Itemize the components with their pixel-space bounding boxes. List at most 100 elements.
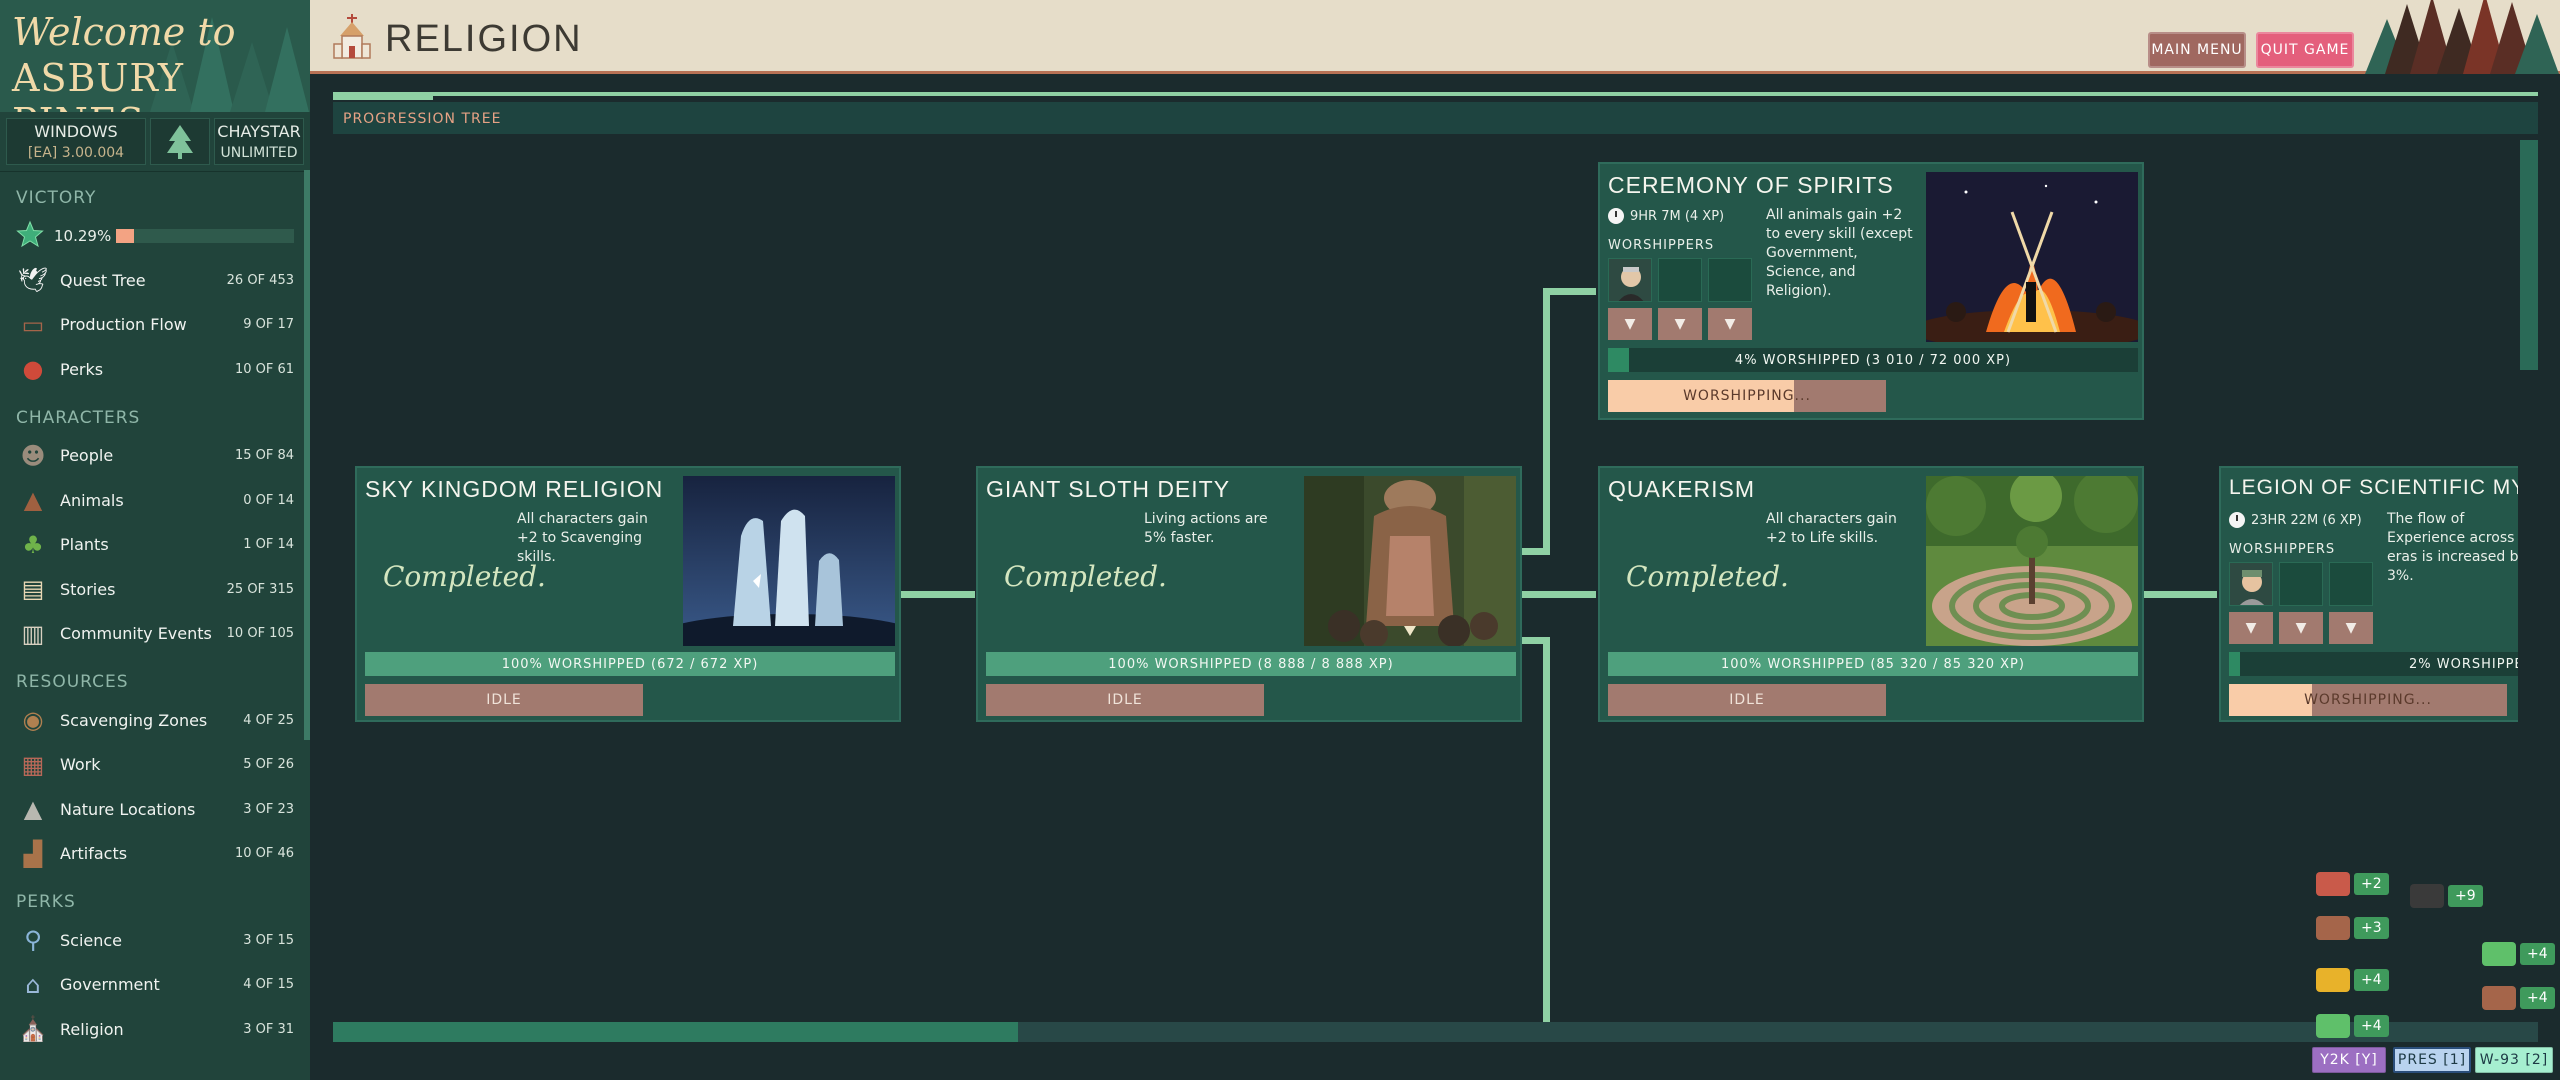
worshippers-label: WORSHIPPERS <box>2229 542 2336 557</box>
card-quakerism[interactable]: QUAKERISM All characters gain +2 to Life… <box>1598 466 2144 722</box>
person-icon: ☻ <box>20 441 46 470</box>
vertical-scrollbar[interactable] <box>2520 140 2538 370</box>
sidebar: Welcome to ASBURY PINES WINDOWS [EA] 3.0… <box>0 0 310 1080</box>
connector <box>1543 288 1596 295</box>
action-label: IDLE <box>486 692 522 708</box>
sidebar-item-stories[interactable]: ▤ Stories 25 OF 315 <box>0 567 310 612</box>
platform-info: WINDOWS [EA] 3.00.004 CHAYSTAR UNLIMITED <box>0 112 310 172</box>
sidebar-item-count: 26 OF 453 <box>226 272 294 288</box>
main-menu-button[interactable]: MAIN MENU <box>2148 32 2246 68</box>
era-tag[interactable]: Y2K [Y] <box>2312 1047 2386 1073</box>
worship-timer: 23HR 22M (6 XP) <box>2229 512 2362 528</box>
slot-dropdown-button-3[interactable]: ▼ <box>1708 308 1752 340</box>
section-title-victory: VICTORY <box>16 188 97 208</box>
connector <box>2141 591 2217 598</box>
forest-decoration <box>2365 0 2560 74</box>
sidebar-item-quest-tree[interactable]: 🕊 Quest Tree 26 OF 453 <box>0 258 310 303</box>
horizontal-scrollbar[interactable] <box>333 1022 2538 1042</box>
sidebar-item-scavenging-zones[interactable]: ◉ Scavenging Zones 4 OF 25 <box>0 698 310 743</box>
barrel-icon <box>2410 884 2444 908</box>
card-giant-sloth-deity[interactable]: GIANT SLOTH DEITY Living actions are 5% … <box>976 466 1522 722</box>
clock-icon <box>2229 512 2245 528</box>
capitol-icon: ⌂ <box>25 970 41 999</box>
logo-line1: Welcome to <box>12 10 236 54</box>
slot-dropdown-button-2[interactable]: ▼ <box>1658 308 1702 340</box>
worshipper-slot-3[interactable] <box>1708 258 1752 302</box>
worshipper-slot-2[interactable] <box>2279 562 2323 606</box>
resource-gain-value: +4 <box>2520 987 2555 1009</box>
sidebar-item-plants[interactable]: ♣ Plants 1 OF 14 <box>0 523 310 568</box>
resource-gain-value: +4 <box>2354 969 2389 991</box>
idle-button[interactable]: IDLE <box>986 684 1264 716</box>
animal-icon: ▲ <box>23 486 43 515</box>
worshipping-progress-fill <box>2229 684 2313 716</box>
idle-button[interactable]: IDLE <box>365 684 643 716</box>
quaker-labyrinth-image <box>1926 476 2138 646</box>
resource-gain-popup: +4 <box>2482 986 2555 1010</box>
card-description: All characters gain +2 to Scavenging ski… <box>517 511 648 565</box>
slot-dropdown-button-1[interactable]: ▼ <box>2229 612 2273 644</box>
card-sky-kingdom-religion[interactable]: SKY KINGDOM RELIGION All characters gain… <box>355 466 901 722</box>
sidebar-item-count: 0 OF 14 <box>243 492 294 508</box>
sidebar-item-government[interactable]: ⌂ Government 4 OF 15 <box>0 963 310 1008</box>
sidebar-scrollbar[interactable] <box>304 170 310 740</box>
worshipper-slot-1[interactable] <box>1608 258 1652 302</box>
card-clip-region: LEGION OF SCIENTIFIC MYSTICS 23HR 22M (6… <box>2219 462 2518 732</box>
user-box[interactable]: CHAYSTAR UNLIMITED <box>214 118 304 165</box>
sidebar-item-nature-locations[interactable]: ▲ Nature Locations 3 OF 23 <box>0 787 310 832</box>
sidebar-item-perks[interactable]: ● Perks 10 OF 61 <box>0 347 310 392</box>
resource-gain-popup: +3 <box>2316 916 2389 940</box>
completed-text: Completed. <box>1626 560 1789 593</box>
sidebar-item-community-events[interactable]: ▥ Community Events 10 OF 105 <box>0 612 310 657</box>
section-title-resources: RESOURCES <box>16 672 129 692</box>
sidebar-item-count: 3 OF 31 <box>243 1021 294 1037</box>
card-title: LEGION OF SCIENTIFIC MYSTICS <box>2229 476 2518 499</box>
platform-name: WINDOWS <box>34 122 118 141</box>
era-tag[interactable]: W-93 [2] <box>2475 1047 2553 1073</box>
sidebar-item-work[interactable]: ▦ Work 5 OF 26 <box>0 743 310 788</box>
sidebar-item-science[interactable]: ⚲ Science 3 OF 15 <box>0 918 310 963</box>
card-title: CEREMONY OF SPIRITS <box>1608 172 1894 198</box>
card-description: All animals gain +2 to every skill (exce… <box>1766 207 1913 299</box>
sidebar-item-label: Community Events <box>60 624 212 644</box>
sidebar-item-count: 9 OF 17 <box>243 317 294 333</box>
card-ceremony-of-spirits[interactable]: CEREMONY OF SPIRITS 9HR 7M (4 XP) WORSHI… <box>1598 162 2144 420</box>
action-label: IDLE <box>1107 692 1143 708</box>
worshipping-button[interactable]: WORSHIPPING... <box>2229 684 2507 716</box>
sidebar-item-religion[interactable]: ⛪ Religion 3 OF 31 <box>0 1007 310 1052</box>
worship-progress-text: 100% WORSHIPPED (85 320 / 85 320 XP) <box>1721 656 2025 672</box>
worshipper-slot-2[interactable] <box>1658 258 1702 302</box>
horizontal-scrollbar-thumb[interactable] <box>333 1022 1018 1042</box>
sidebar-item-people[interactable]: ☻ People 15 OF 84 <box>0 434 310 479</box>
victory-percent: 10.29% <box>54 227 112 245</box>
sidebar-item-label: Government <box>60 975 160 995</box>
resource-gain-value: +4 <box>2520 943 2555 965</box>
sidebar-item-label: Animals <box>60 490 124 510</box>
slot-dropdown-button-2[interactable]: ▼ <box>2279 612 2323 644</box>
worship-progress-fill <box>1608 348 1630 372</box>
sidebar-item-animals[interactable]: ▲ Animals 0 OF 14 <box>0 478 310 523</box>
progression-tree-panel: PROGRESSION TREE SKY KINGDOM RELIGION Al… <box>333 92 2538 1042</box>
resource-gain-value: +9 <box>2448 885 2483 907</box>
card-description: The flow of Experience across eras is in… <box>2387 511 2518 584</box>
worshipper-slot-3[interactable] <box>2329 562 2373 606</box>
action-label: WORSHIPPING... <box>2304 692 2432 708</box>
quit-game-button[interactable]: QUIT GAME <box>2256 32 2354 68</box>
sidebar-item-label: Plants <box>60 535 109 555</box>
username: CHAYSTAR <box>217 122 301 141</box>
logs-icon: ▭ <box>21 310 45 339</box>
platform-version-box: WINDOWS [EA] 3.00.004 <box>6 118 146 165</box>
worshipper-slot-1[interactable] <box>2229 562 2273 606</box>
slot-dropdown-button-1[interactable]: ▼ <box>1608 308 1652 340</box>
sidebar-item-production-flow[interactable]: ▭ Production Flow 9 OF 17 <box>0 303 310 348</box>
idle-button[interactable]: IDLE <box>1608 684 1886 716</box>
slot-dropdown-button-3[interactable]: ▼ <box>2329 612 2373 644</box>
scroll-icon: ▤ <box>21 575 45 604</box>
resource-gain-popup: +4 <box>2316 968 2389 992</box>
worshipping-button[interactable]: WORSHIPPING... <box>1608 380 1886 412</box>
era-tag[interactable]: PRES [1] <box>2393 1047 2471 1073</box>
card-legion-of-scientific-mystics[interactable]: LEGION OF SCIENTIFIC MYSTICS 23HR 22M (6… <box>2219 466 2518 722</box>
sidebar-item-artifacts[interactable]: ▟ Artifacts 10 OF 46 <box>0 832 310 877</box>
snail-icon: ◉ <box>22 706 44 735</box>
worship-progress-bar: 4% WORSHIPPED (3 010 / 72 000 XP) <box>1608 348 2138 372</box>
